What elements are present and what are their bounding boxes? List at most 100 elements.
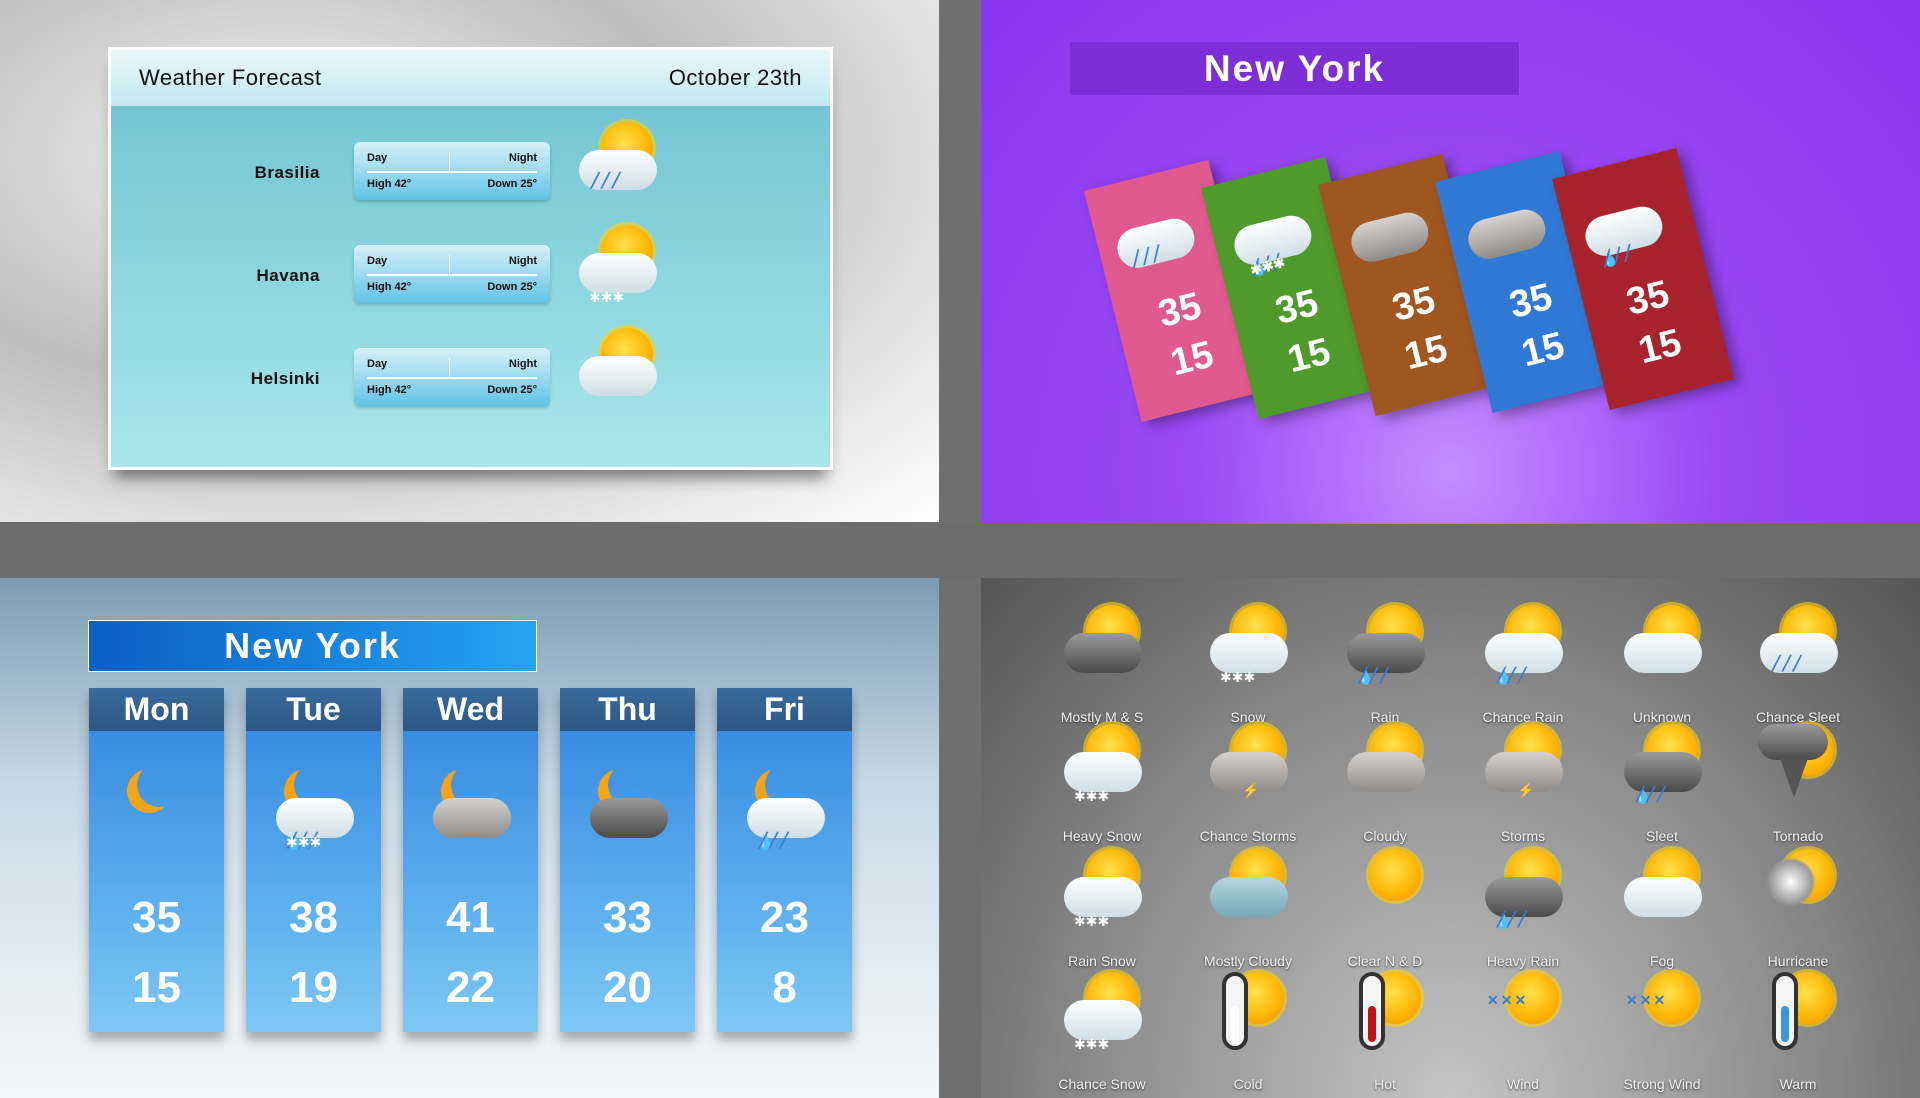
day-name: Thu <box>560 688 695 731</box>
icon-label: Mostly M & S <box>1060 709 1144 725</box>
icon-label: Snow <box>1230 709 1266 725</box>
low-temp: 19 <box>289 963 338 1012</box>
cloud-icon <box>1624 633 1702 673</box>
weather-icon-item: ✕✕✕ Wind <box>1453 972 1593 1092</box>
cloud-icon <box>579 356 657 396</box>
divider <box>367 377 537 379</box>
night-label: Night <box>508 152 537 164</box>
windmill-icon: ✕✕✕ <box>1487 992 1529 1008</box>
day-label: Day <box>367 358 388 370</box>
forecast-title: Weather Forecast <box>139 65 322 90</box>
weather-icon-item: Hurricane <box>1728 849 1868 969</box>
snowflake-icon: ✱✱✱ <box>1220 669 1256 685</box>
cloud-icon <box>1347 752 1425 792</box>
sun-icon <box>1369 849 1421 901</box>
icon-label: Hurricane <box>1767 953 1829 969</box>
thermometer-icon <box>1222 972 1248 1050</box>
weather-icon-item: ✱✱✱ Heavy Snow <box>1032 724 1172 844</box>
divider <box>449 255 450 275</box>
icon-label: Cloudy <box>1363 828 1407 844</box>
icon-label: Tornado <box>1772 828 1824 844</box>
new-york-cards-panel: New York ╱╱╱ 35 15 💧 ╱╱╱ ✱✱✱ 35 15 35 15 35 15 💧 ╱╱╱ 3… <box>981 0 1920 524</box>
weather-icon-item: ✕✕✕ Strong Wind <box>1592 972 1732 1092</box>
divider <box>367 274 537 276</box>
snowflake-icon: ✱✱✱ <box>1074 1036 1110 1052</box>
rain-icon: ╱╱╱ <box>759 832 791 848</box>
icon-label: Mostly Cloudy <box>1204 953 1292 969</box>
city-name: Brasilia <box>254 163 320 182</box>
temperature-box: Day Night High 42° Down 25° <box>354 245 550 303</box>
weather-icon-item: 💧 ╱╱╱ Sleet <box>1592 724 1732 844</box>
weather-icon-item: Hot <box>1315 972 1455 1092</box>
windmill-icon: ✕✕✕ <box>1626 992 1668 1008</box>
forecast-card: Weather Forecast October 23th Brasilia Da… <box>108 47 833 470</box>
weather-icon-item: ╱╱╱ Chance Sleet <box>1728 605 1868 725</box>
day-column: Mon 35 15 <box>89 688 224 1032</box>
weather-icon-item: 💧 ╱╱╱ Rain <box>1315 605 1455 725</box>
cloud-icon <box>1113 214 1199 273</box>
cloud-icon <box>1064 1000 1142 1040</box>
weather-icon-item: ✱✱✱ Rain Snow <box>1032 849 1172 969</box>
icon-label: Clear N & D <box>1347 953 1423 969</box>
forecast-date: October 23th <box>668 65 802 90</box>
cloud-icon <box>1064 877 1142 917</box>
divider-horizontal <box>0 522 1920 578</box>
weather-icon-item: ✱✱✱ Snow <box>1178 605 1318 725</box>
rain-icon: ╱╱╱ <box>1497 911 1529 927</box>
rain-icon: ╱╱╱ <box>1359 667 1391 683</box>
rain-icon: ╱╱╱ <box>1497 667 1529 683</box>
cloud-icon <box>1064 752 1142 792</box>
weather-icon-item: Warm <box>1728 972 1868 1092</box>
cloud-icon <box>590 798 668 838</box>
city-title: New York <box>1070 42 1519 95</box>
day-column: Tue 💧 ╱╱╱ ✱✱✱ 38 19 <box>246 688 381 1032</box>
day-name: Mon <box>89 688 224 731</box>
day-name: Fri <box>717 688 852 731</box>
city-name: Havana <box>256 266 320 285</box>
sleet-icon: ╱╱╱ <box>591 172 623 188</box>
icon-label: Chance Rain <box>1482 709 1564 725</box>
cloud-icon <box>1464 205 1550 264</box>
tornado-funnel-icon <box>1780 758 1808 798</box>
city-title: New York <box>88 620 537 672</box>
hurricane-icon <box>1766 857 1816 907</box>
thermometer-icon <box>1772 972 1798 1050</box>
icon-label: Strong Wind <box>1623 1076 1701 1092</box>
weather-icon-item: 💧 ╱╱╱ Heavy Rain <box>1453 849 1593 969</box>
thermometer-icon <box>1359 972 1385 1050</box>
weather-forecast-panel: Weather Forecast October 23th Brasilia Da… <box>0 0 939 522</box>
day-column: Fri 💧 ╱╱╱ 23 8 <box>717 688 852 1032</box>
high-temp: 23 <box>760 893 809 942</box>
divider <box>449 152 450 172</box>
low-temp: 22 <box>446 963 495 1012</box>
day-label: Day <box>367 255 388 267</box>
high-temp: 33 <box>603 893 652 942</box>
icon-label: Warm <box>1779 1076 1817 1092</box>
cloud-icon <box>1064 633 1142 673</box>
new-york-week-panel: New York Mon 35 15 Tue 💧 ╱╱╱ ✱✱✱ 38 19 Wed 41 22 Thu… <box>0 578 939 1098</box>
low-temp: Down 25° <box>487 281 537 293</box>
temperature-box: Day Night High 42° Down 25° <box>354 142 550 200</box>
snowflake-icon: ✱✱✱ <box>1074 788 1110 804</box>
icon-label: Fog <box>1649 953 1675 969</box>
weather-icon-item: Unknown <box>1592 605 1732 725</box>
night-label: Night <box>508 358 537 370</box>
low-temp: Down 25° <box>487 178 537 190</box>
day-column: Wed 41 22 <box>403 688 538 1032</box>
forecast-header: Weather Forecast October 23th <box>111 50 830 106</box>
icon-label: Heavy Rain <box>1486 953 1560 969</box>
weather-icon-item: ⚡ Storms <box>1453 724 1593 844</box>
low-temp: Down 25° <box>487 384 537 396</box>
weather-icon-item: Mostly Cloudy <box>1178 849 1318 969</box>
weather-icon-item: Mostly M & S <box>1032 605 1172 725</box>
weather-icon-item: Tornado <box>1728 724 1868 844</box>
cloud-icon <box>1210 633 1288 673</box>
icon-label: Wind <box>1507 1076 1539 1092</box>
low-temp: 20 <box>603 963 652 1012</box>
cloud-icon <box>433 798 511 838</box>
weather-icon-item: 💧 ╱╱╱ Chance Rain <box>1453 605 1593 725</box>
cloud-icon <box>1624 877 1702 917</box>
weather-icon-item: Clear N & D <box>1315 849 1455 969</box>
high-temp: 38 <box>289 893 338 942</box>
icon-label: Chance Sleet <box>1755 709 1841 725</box>
